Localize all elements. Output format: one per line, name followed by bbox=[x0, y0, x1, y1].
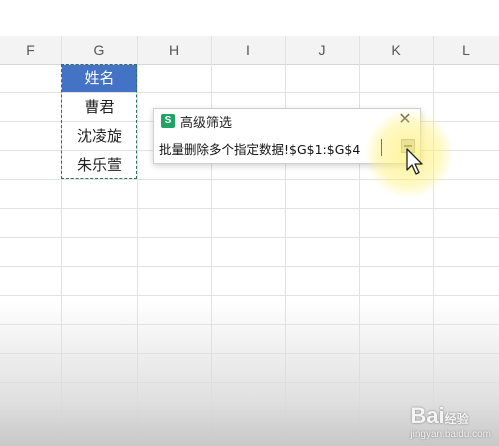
cell-g1[interactable]: 姓名 bbox=[62, 65, 137, 92]
column-header-g[interactable]: G bbox=[61, 36, 137, 64]
column-header-h[interactable]: H bbox=[137, 36, 211, 64]
cell-g4[interactable]: 朱乐萱 bbox=[62, 151, 137, 179]
app-logo-icon: S bbox=[161, 114, 175, 128]
column-header-j[interactable]: J bbox=[285, 36, 359, 64]
spreadsheet-area: F G H I J K L 姓名 曹君 沈凌旋 朱乐萱 S 高级筛选 ✕ 批量删… bbox=[0, 0, 499, 446]
watermark-url: jingyan.baidu.com bbox=[410, 429, 491, 440]
cell-g2[interactable]: 曹君 bbox=[62, 93, 137, 121]
mouse-pointer-icon bbox=[406, 148, 423, 175]
column-header-i[interactable]: I bbox=[211, 36, 285, 64]
cell-g3[interactable]: 沈凌旋 bbox=[62, 122, 137, 150]
dialog-title: 高级筛选 bbox=[180, 116, 233, 131]
column-header-k[interactable]: K bbox=[359, 36, 433, 64]
watermark-suffix: 经验 bbox=[444, 412, 469, 426]
grid-line bbox=[0, 295, 499, 296]
grid-line bbox=[0, 266, 499, 267]
grid-line bbox=[0, 208, 499, 209]
grid-line bbox=[0, 237, 499, 238]
baidu-watermark: Bai经验 jingyan.baidu.com bbox=[410, 403, 491, 440]
column-header-l[interactable]: L bbox=[433, 36, 499, 64]
range-reference-input[interactable]: 批量删除多个指定数据!$G$1:$G$4 bbox=[159, 139, 381, 157]
watermark-brand: Bai bbox=[410, 403, 445, 428]
column-header-f[interactable]: F bbox=[0, 36, 61, 64]
